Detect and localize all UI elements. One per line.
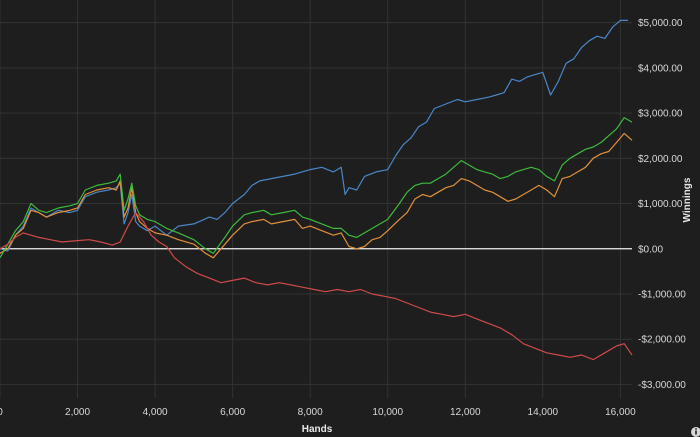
x-tick-label: 14,000 bbox=[528, 407, 559, 418]
y-axis-title: Winnings bbox=[682, 177, 693, 222]
y-tick-label: $1,000.00 bbox=[638, 199, 683, 210]
series-line-2 bbox=[0, 132, 633, 259]
y-axis-ticks: $5,000.00 $4,000.00 $3,000.00 $2,000.00 $1,0… bbox=[638, 18, 686, 391]
x-tick-label: 16,000 bbox=[605, 407, 636, 418]
x-tick-label: 8,000 bbox=[298, 407, 323, 418]
series-line-4 bbox=[0, 212, 633, 361]
y-tick-label: -$1,000.00 bbox=[638, 289, 686, 300]
series-lines bbox=[0, 19, 633, 361]
y-tick-label: -$2,000.00 bbox=[638, 335, 686, 346]
series-line-1 bbox=[0, 19, 629, 252]
x-tick-label: 10,000 bbox=[372, 407, 403, 418]
info-icon[interactable] bbox=[691, 427, 700, 437]
x-tick-label: 4,000 bbox=[143, 407, 168, 418]
y-tick-label: -$3,000.00 bbox=[638, 380, 686, 391]
y-tick-label: $3,000.00 bbox=[638, 109, 683, 120]
winnings-chart: 0 2,000 4,000 6,000 8,000 10,000 12,000 14,000 1… bbox=[0, 0, 700, 437]
y-tick-label: $2,000.00 bbox=[638, 154, 683, 165]
series-line-3 bbox=[0, 117, 633, 259]
x-axis-title: Hands bbox=[302, 424, 333, 435]
x-tick-label: 2,000 bbox=[65, 407, 90, 418]
y-tick-label: $5,000.00 bbox=[638, 18, 683, 29]
y-tick-label: $0.00 bbox=[638, 244, 663, 255]
x-axis-ticks: 0 2,000 4,000 6,000 8,000 10,000 12,000 14,000 1… bbox=[0, 407, 636, 418]
x-tick-label: 0 bbox=[0, 407, 3, 418]
gridlines bbox=[0, 0, 632, 398]
y-tick-label: $4,000.00 bbox=[638, 63, 683, 74]
x-tick-label: 6,000 bbox=[220, 407, 245, 418]
x-tick-label: 12,000 bbox=[450, 407, 481, 418]
